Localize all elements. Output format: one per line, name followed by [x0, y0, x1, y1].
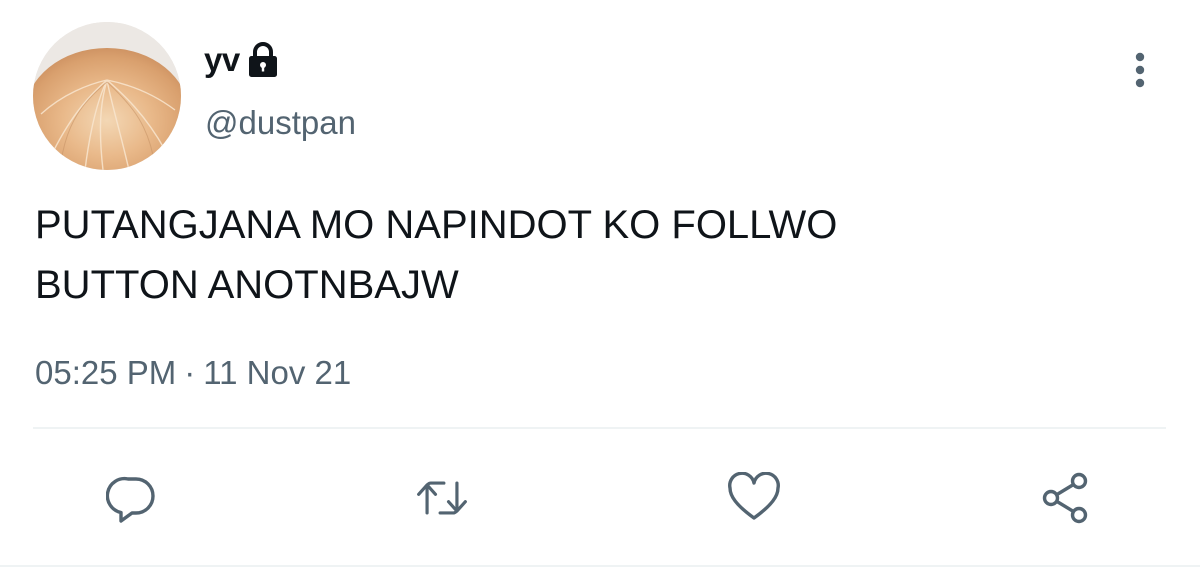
tweet-timestamp[interactable]: 05:25 PM · 11 Nov 21 [35, 354, 351, 392]
share-icon [1042, 472, 1088, 524]
display-name[interactable]: yv [204, 41, 240, 79]
avatar-image [33, 22, 181, 170]
reply-icon [106, 476, 155, 523]
tweet-time: 05:25 PM [35, 354, 177, 391]
meta-separator: · [184, 354, 196, 391]
user-handle[interactable]: @dustpan [205, 104, 356, 142]
retweet-icon [417, 481, 467, 515]
reply-button[interactable] [104, 470, 160, 526]
heart-icon [728, 472, 780, 520]
share-button[interactable] [1038, 470, 1094, 526]
bottom-divider [0, 565, 1200, 567]
tweet-text: PUTANGJANA MO NAPINDOT KO FOLLWO BUTTON … [35, 203, 838, 307]
lock-icon [246, 41, 280, 79]
more-vertical-icon [1135, 52, 1145, 88]
tweet-card: yv @dustpan PUTANGJANA MO NAPINDOT KO FO… [0, 0, 1200, 583]
avatar[interactable] [33, 22, 181, 170]
more-options-button[interactable] [1118, 48, 1162, 92]
divider [33, 427, 1166, 429]
tweet-date: 11 Nov 21 [203, 354, 352, 391]
like-button[interactable] [726, 470, 782, 526]
display-name-row: yv [204, 36, 280, 84]
retweet-button[interactable] [414, 470, 470, 526]
